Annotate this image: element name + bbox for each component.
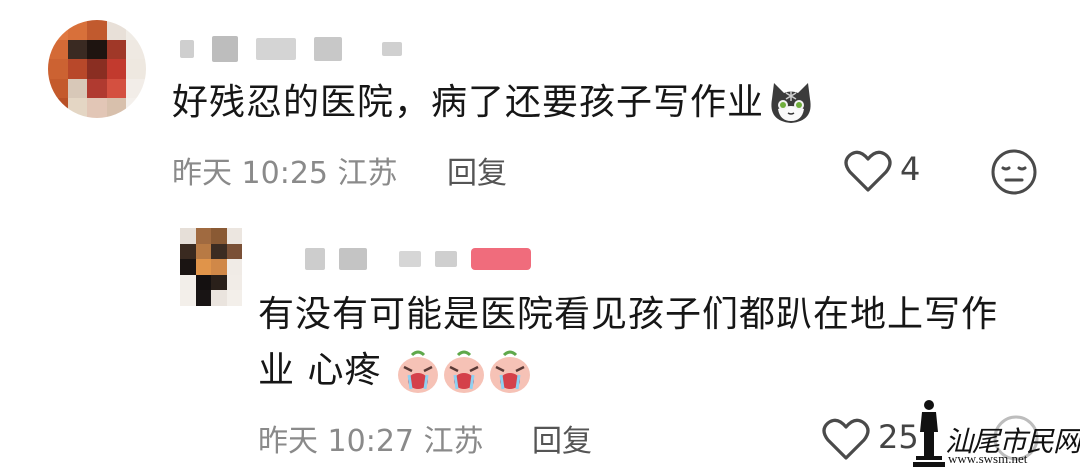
replier-name[interactable] — [305, 248, 531, 270]
reply-like-heart-icon[interactable] — [822, 416, 870, 462]
reply-text-line1: 有没有可能是医院看见孩子们都趴在地上写作 — [258, 294, 999, 335]
reply-time: 昨天 10:27 — [258, 424, 414, 459]
reply-reply-button[interactable]: 回复 — [532, 416, 592, 460]
replier-avatar[interactable] — [180, 228, 242, 306]
comment-text-content: 好残忍的医院，病了还要孩子写作业 — [172, 82, 765, 123]
crying-emoji-icon — [397, 350, 438, 393]
reply-text-line2: 业 心疼 — [258, 350, 382, 391]
crying-emoji-icon — [443, 350, 484, 393]
comment-location: 江苏 — [337, 156, 398, 191]
comment-reply-button[interactable]: 回复 — [447, 148, 507, 192]
comment-text: 好残忍的医院，病了还要孩子写作业 — [172, 78, 814, 128]
comment-time: 昨天 10:25 — [172, 156, 328, 191]
comment-dislike-face-icon[interactable] — [990, 148, 1038, 196]
comment-like-count: 4 — [900, 150, 921, 188]
reply-text-line2-row: 业 心疼 — [258, 346, 1018, 396]
commenter-name[interactable] — [180, 36, 402, 62]
statue-silhouette-icon — [913, 400, 945, 467]
commenter-avatar[interactable] — [48, 20, 146, 118]
comment-meta: 昨天 10:25 江苏 — [172, 148, 398, 192]
reply-meta: 昨天 10:27 江苏 — [258, 416, 484, 460]
comment-like-heart-icon[interactable] — [844, 148, 892, 194]
crying-emoji-icon — [489, 350, 530, 393]
watermark-url: www.swsm.net — [948, 451, 1028, 466]
reply-text: 有没有可能是医院看见孩子们都趴在地上写作 业 心疼 — [258, 290, 1018, 396]
cat-emoji-icon — [771, 83, 811, 123]
reply-location: 江苏 — [423, 424, 484, 459]
